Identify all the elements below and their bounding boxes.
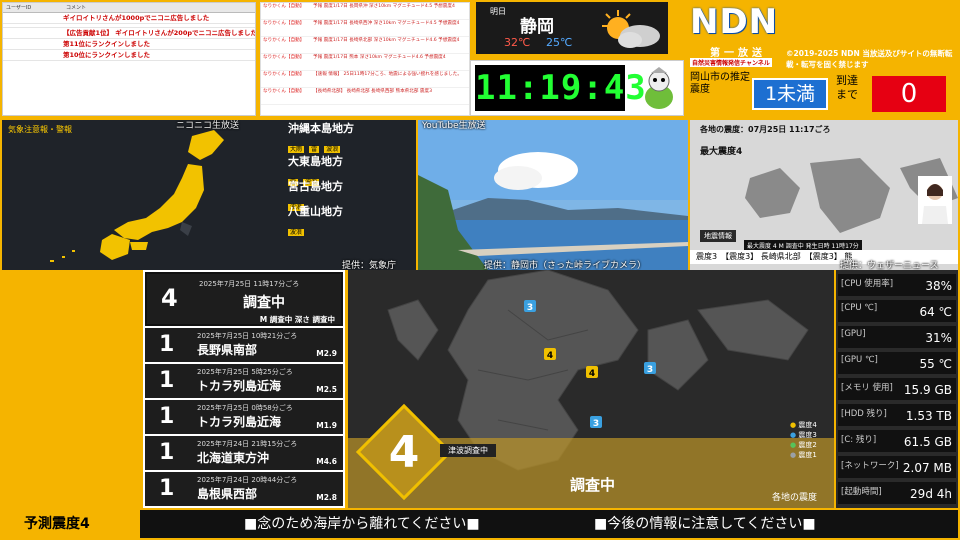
- warning-map-panel: 気象注意報・警報 沖縄本島地方 大雨 雷 波浪 大東島地方 雷 波浪 宮古島地方…: [2, 120, 416, 270]
- ticker-message: ■念のため海岸から離れてください■: [244, 516, 480, 532]
- chat-row: なりかくん【自動】 【速報 情報】 25日11時17分ころ、地震による強い揺れを感…: [261, 71, 469, 88]
- arrival-countdown: 0: [872, 76, 946, 112]
- latest-detail: M 調査中 深さ 調査中: [259, 315, 335, 324]
- newscaster: [918, 176, 952, 224]
- intensity-marker: 4: [586, 366, 598, 379]
- news-max: 最大震度4: [700, 147, 743, 157]
- camera-source: 提供：静岡市（さった峠ライブカメラ）: [484, 261, 647, 270]
- svg-text:3: 3: [527, 303, 533, 313]
- intensity-marker: 3: [644, 362, 656, 375]
- sys-row: [起動時間] 29d 4h: [838, 482, 956, 504]
- warning-region: 沖縄本島地方 大雨 雷 波浪: [288, 122, 354, 153]
- jma-source: 提供：気象庁: [342, 261, 397, 270]
- latest-place: 調査中: [243, 295, 285, 311]
- ndn-subtitle: 第一放送: [710, 48, 766, 59]
- quake-history-panel: 4 2025年7月25日 11時17分ごろ 調査中 M 調査中 深さ 調査中 1…: [143, 270, 345, 508]
- system-monitor-panel: [CPU 使用率] 38% [CPU ℃] 64 ℃ [GPU] 31% [GPU ℃…: [836, 270, 958, 508]
- comment-row: 第10位にランクインしました: [3, 50, 255, 61]
- arrival-label: 到達まで: [836, 74, 858, 101]
- chat-row: なりかくん【自動】 予報 震度1/17日 長岡県沖 深さ10km マグニチュード4…: [261, 3, 469, 20]
- japan-warning-map: [50, 130, 224, 262]
- news-source: 提供：ウェザーニュース: [840, 261, 939, 270]
- col-user: ユーザーID: [6, 5, 32, 11]
- copyright-text: ©2019-2025 NDN 当放送及びサイトの無断転載・転写を固く禁じます: [786, 49, 953, 69]
- youtube-overlay: YouTube生放送: [422, 121, 486, 131]
- quake-item: 1 2025年7月25日 0時58分ごろ トカラ列島近海 M1.9: [145, 400, 343, 434]
- warning-region-list: 沖縄本島地方 大雨 雷 波浪 大東島地方 雷 波浪 宮古島地方 波浪 八重山地方…: [288, 120, 414, 236]
- quake-item: 1 2025年7月24日 21時15分ごろ 北海道東方沖 M4.6: [145, 436, 343, 470]
- col-comment: コメント: [66, 5, 87, 11]
- latest-intensity: 4: [161, 284, 178, 312]
- comment-panel: ユーザーID コメント ギイロイトリさんが1000pでニコニ広告しました 【広告…: [2, 2, 256, 116]
- warning-region: 八重山地方 波浪: [288, 205, 343, 236]
- svg-text:4: 4: [547, 351, 553, 361]
- mascot-icon: [645, 67, 673, 109]
- forecast-label: 予測震度4: [24, 516, 90, 532]
- legend-item: ● 震度2: [790, 441, 817, 449]
- svg-text:4: 4: [589, 369, 595, 379]
- comment-row: 【広告貢献1位】 ギイロイトリさんが200pでニコニ広告しました: [3, 28, 255, 39]
- sys-row: [C: 残り] 61.5 GB: [838, 430, 956, 452]
- weather-panel: 明日 静岡 32℃ 25℃: [476, 2, 668, 54]
- digital-clock: 11:19:43: [475, 65, 646, 111]
- legend-item: ● 震度4: [790, 421, 817, 429]
- comment-row: ギイロイトリさんが1000pでニコニ広告しました: [3, 13, 255, 24]
- svg-text:3: 3: [647, 365, 653, 375]
- quake-latest: 4 2025年7月25日 11時17分ごろ 調査中 M 調査中 深さ 調査中: [145, 272, 343, 326]
- ticker-bar: ■念のため海岸から離れてください■ ■今後の情報に注意してください■: [140, 510, 958, 538]
- ndn-logo: NDN: [690, 2, 779, 42]
- sys-row: [HDD 残り] 1.53 TB: [838, 404, 956, 426]
- ticker-message: ■今後の情報に注意してください■: [594, 516, 816, 532]
- intensity-marker: 4: [544, 348, 556, 361]
- big-intensity: 4: [388, 427, 420, 478]
- city-intensity-value: 1未満: [752, 78, 828, 110]
- svg-text:3: 3: [593, 419, 599, 429]
- news-panel: 各地の震度：07月25日 11:17ごろ 最大震度4 地震情報 最大震度 4 M…: [690, 120, 958, 270]
- legend-item: ● 震度1: [790, 451, 817, 459]
- map-caption: 各地の震度: [772, 493, 818, 503]
- sys-row: [GPU ℃] 55 ℃: [838, 352, 956, 374]
- sys-row: [GPU] 31%: [838, 326, 956, 348]
- comment-header: ユーザーID コメント: [3, 3, 255, 13]
- quake-status: 調査中: [570, 476, 616, 494]
- warning-region: 宮古島地方 波浪: [288, 180, 343, 211]
- camera-view: [418, 120, 688, 270]
- sys-row: [CPU 使用率] 38%: [838, 274, 956, 296]
- live-camera-panel: YouTube生放送 提供：静岡市（さった峠ライブカメラ）: [418, 120, 688, 270]
- intensity-marker: 3: [590, 416, 602, 429]
- chat-row: なりかくん【自動】 【長崎県北部】 長崎県北部 長崎県西部 熊本県北部 震度3: [261, 88, 469, 105]
- youtube-chat-panel: なりかくん【自動】 予報 震度1/17日 長岡県沖 深さ10km マグニチュード4…: [260, 2, 470, 116]
- ndn-panel: NDN 第一放送 自然災害情報発信チャンネル ©2019-2025 NDN 当放…: [686, 2, 958, 118]
- intensity-marker: 3: [524, 300, 536, 313]
- niconico-overlay: ニコニコ生放送: [176, 121, 240, 131]
- sys-row: [CPU ℃] 64 ℃: [838, 300, 956, 322]
- chat-row: なりかくん【自動】 予報 震度1/17日 熊本 深さ10km マグニチュード4.6…: [261, 54, 469, 71]
- weather-low: 25℃: [546, 36, 573, 49]
- warning-region: 大東島地方 雷 波浪: [288, 155, 343, 186]
- weather-high: 32℃: [504, 36, 531, 49]
- chat-row: なりかくん【自動】 予報 震度1/17日 長崎県西沖 深さ10km マグニチュード…: [261, 20, 469, 37]
- ndn-tagline: 自然災害情報発信チャンネル: [690, 58, 772, 67]
- sun-cloud-icon: [602, 10, 660, 48]
- intensity-map-panel: 3 4 4 3 3 4 津波調査中 調査中 各地の震度 ● 震度4 ● 震度3 …: [348, 270, 834, 508]
- news-box-label: 地震情報: [700, 230, 736, 242]
- comment-row: 第11位にランクインしました: [3, 39, 255, 50]
- legend-item: ● 震度3: [790, 431, 817, 439]
- tsunami-status: 津波調査中: [440, 444, 496, 457]
- sys-row: [メモリ 使用] 15.9 GB: [838, 378, 956, 400]
- weather-day: 明日: [490, 7, 506, 16]
- news-header: 各地の震度：07月25日 11:17ごろ: [700, 125, 831, 134]
- clock-panel: 11:19:43: [470, 60, 684, 116]
- quake-item: 1 2025年7月25日 10時21分ごろ 長野県南部 M2.9: [145, 328, 343, 362]
- city-intensity-label: 岡山市の推定震度: [690, 72, 750, 95]
- quake-item: 1 2025年7月25日 5時25分ごろ トカラ列島近海 M2.5: [145, 364, 343, 398]
- chat-row: なりかくん【自動】 予報 震度1/17日 長崎県北部 深さ10km マグニチュード…: [261, 37, 469, 54]
- weather-city: 静岡: [520, 17, 554, 37]
- quake-item: 1 2025年7月24日 20時44分ごろ 島根県西部 M2.8: [145, 472, 343, 506]
- sys-row: [ネットワーク] 2.07 MB: [838, 456, 956, 478]
- latest-datetime: 2025年7月25日 11時17分ごろ: [199, 280, 300, 288]
- intensity-legend: ● 震度4 ● 震度3 ● 震度2 ● 震度1: [790, 420, 817, 460]
